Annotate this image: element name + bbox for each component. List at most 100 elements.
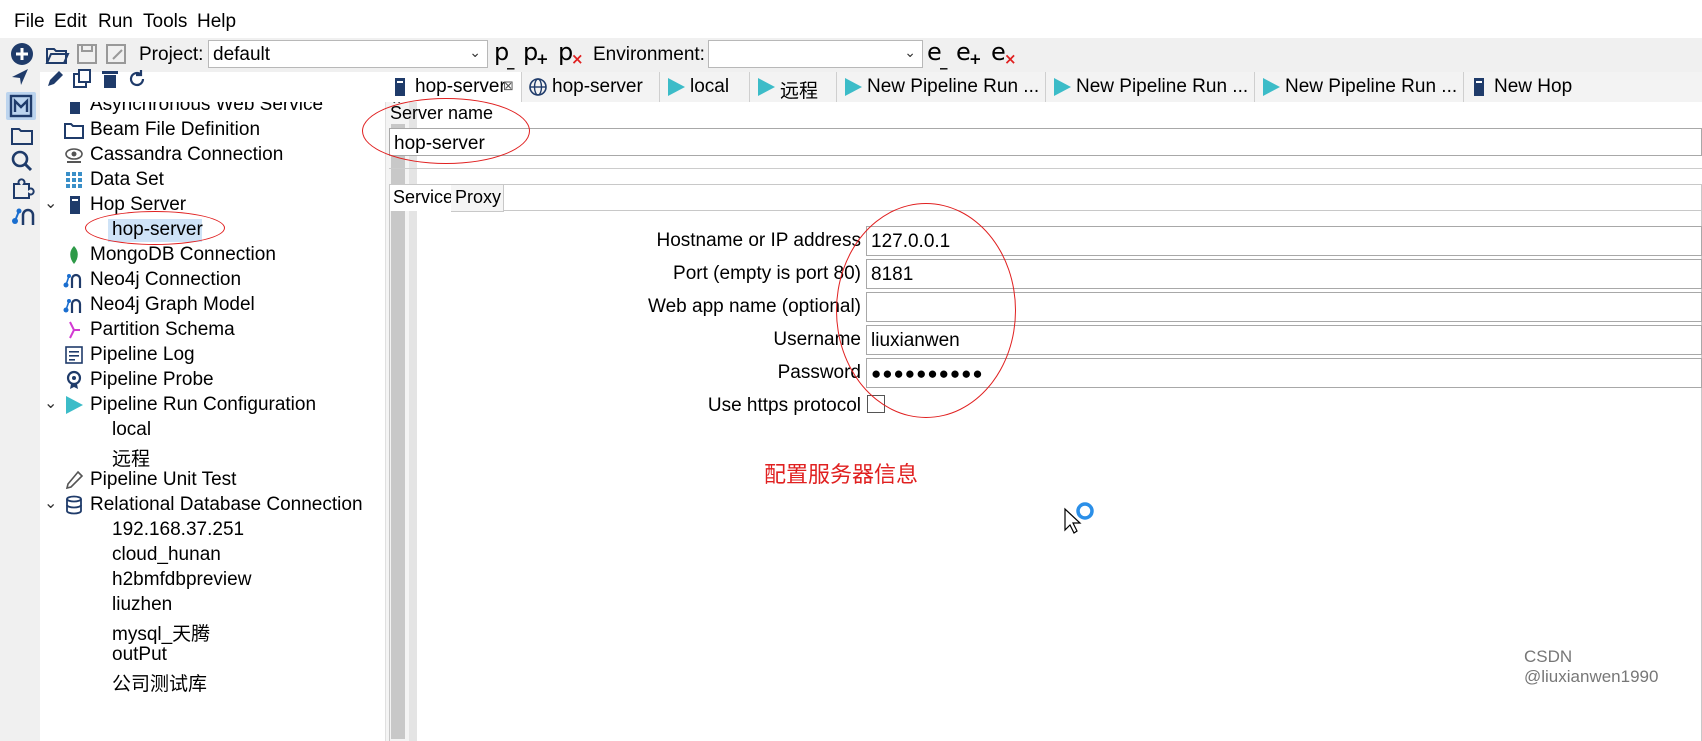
plus-icon: + bbox=[536, 50, 549, 68]
tree-item[interactable]: Data Set bbox=[40, 168, 385, 193]
menu-file[interactable]: File bbox=[14, 11, 45, 33]
port-label: Port (empty is port 80) bbox=[673, 263, 861, 284]
server-icon bbox=[1474, 78, 1484, 96]
tree-item[interactable]: Neo4j Connection bbox=[40, 268, 385, 293]
tree-item-label: mysql_天腾 bbox=[112, 624, 211, 645]
tree-item[interactable]: mysql_天腾 bbox=[40, 618, 385, 645]
plugin-icon[interactable] bbox=[9, 175, 35, 201]
duplicate-icon[interactable] bbox=[71, 68, 93, 90]
project-label: Project: bbox=[139, 44, 204, 65]
folder-icon[interactable] bbox=[9, 122, 35, 148]
subtab-label: Service bbox=[393, 187, 454, 207]
tab-hop-server-2[interactable]: hop-server bbox=[522, 72, 660, 102]
tree-item-label: Beam File Definition bbox=[90, 119, 261, 140]
annotation-ellipse bbox=[362, 98, 530, 164]
play-icon bbox=[1054, 78, 1071, 96]
tree-item-label: Data Set bbox=[90, 169, 164, 190]
tree-item[interactable]: 192.168.37.251 bbox=[40, 518, 385, 543]
project-select[interactable]: default ⌄ bbox=[208, 40, 488, 68]
tree-item[interactable]: Cassandra Connection bbox=[40, 143, 385, 168]
trash-icon[interactable] bbox=[99, 68, 121, 90]
tab-new-pipeline-run-2[interactable]: New Pipeline Run ... bbox=[1046, 72, 1255, 102]
tab-remote[interactable]: 远程 bbox=[750, 72, 837, 102]
tree-item[interactable]: outPut bbox=[40, 643, 385, 668]
neo4j-icon bbox=[63, 273, 82, 288]
refresh-icon[interactable] bbox=[126, 68, 148, 90]
play-icon bbox=[66, 396, 83, 414]
play-icon bbox=[758, 78, 775, 96]
tree-item-label: Neo4j Graph Model bbox=[90, 294, 255, 315]
edit-environment-button[interactable]: e _ bbox=[927, 38, 948, 70]
close-icon[interactable]: ⊠ bbox=[503, 78, 514, 94]
tree-item[interactable]: Beam File Definition bbox=[40, 118, 385, 143]
edit-project-button[interactable]: p _ bbox=[494, 38, 515, 70]
add-environment-button[interactable]: e + bbox=[956, 38, 982, 68]
neo4j-icon[interactable] bbox=[9, 203, 35, 229]
open-icon[interactable] bbox=[44, 41, 70, 67]
tab-label: New Hop bbox=[1494, 76, 1573, 97]
tree-item-label: liuzhen bbox=[112, 594, 173, 615]
metadata-tree: Asynchronous Web Service Beam File Defin… bbox=[40, 102, 385, 741]
tab-local[interactable]: local bbox=[660, 72, 750, 102]
new-icon[interactable] bbox=[9, 41, 35, 67]
environment-select[interactable]: ⌄ bbox=[708, 40, 923, 68]
tree-item-label: Relational Database Connection bbox=[90, 494, 363, 515]
tab-new-pipeline-run-1[interactable]: New Pipeline Run ... bbox=[837, 72, 1046, 102]
tree-item[interactable]: 远程 bbox=[40, 443, 385, 470]
tree-item[interactable]: liuzhen bbox=[40, 593, 385, 618]
dataset-icon bbox=[66, 172, 82, 188]
tree-item[interactable]: local bbox=[40, 418, 385, 443]
save-icon[interactable] bbox=[74, 41, 100, 67]
tree-item[interactable]: Pipeline Unit Test bbox=[40, 468, 385, 493]
tab-label: New Pipeline Run ... bbox=[1076, 76, 1249, 97]
navigate-icon[interactable] bbox=[9, 66, 31, 88]
delete-environment-button[interactable]: e × bbox=[991, 38, 1017, 68]
pencil-icon[interactable] bbox=[44, 68, 66, 90]
test-icon bbox=[65, 470, 84, 490]
tree-item[interactable]: Asynchronous Web Service bbox=[40, 102, 385, 118]
chevron-down-icon[interactable]: ⌄ bbox=[44, 393, 57, 413]
hostname-label: Hostname or IP address bbox=[656, 230, 861, 251]
chevron-down-icon[interactable]: ⌄ bbox=[44, 493, 57, 513]
tree-item[interactable]: h2bmfdbpreview bbox=[40, 568, 385, 593]
server-name-input[interactable]: hop-server bbox=[389, 128, 1702, 156]
tab-label: 远程 bbox=[780, 81, 819, 102]
play-icon bbox=[668, 78, 685, 96]
cassandra-icon bbox=[65, 148, 83, 163]
tree-item[interactable]: Pipeline Log bbox=[40, 343, 385, 368]
tab-new-pipeline-run-3[interactable]: New Pipeline Run ... bbox=[1255, 72, 1464, 102]
tree-item[interactable]: 公司测试库 bbox=[40, 668, 385, 695]
perspective-bar bbox=[0, 69, 41, 741]
menubar: File Edit Run Tools Help bbox=[0, 0, 1702, 38]
tree-item[interactable]: MongoDB Connection bbox=[40, 243, 385, 268]
log-icon bbox=[65, 346, 83, 364]
tab-label: New Pipeline Run ... bbox=[1285, 76, 1458, 97]
password-label: Password bbox=[777, 362, 861, 383]
delete-project-button[interactable]: p × bbox=[558, 38, 584, 68]
menu-run[interactable]: Run bbox=[98, 11, 133, 33]
tree-item[interactable]: ⌄ Relational Database Connection bbox=[40, 493, 385, 518]
tree-item[interactable]: cloud_hunan bbox=[40, 543, 385, 568]
edit-icon: _ bbox=[507, 52, 515, 70]
subtab-service[interactable]: Service bbox=[390, 185, 454, 211]
tree-item[interactable]: ⌄ Pipeline Run Configuration bbox=[40, 393, 385, 418]
metadata-perspective-button[interactable] bbox=[6, 92, 36, 120]
tree-item[interactable]: Partition Schema bbox=[40, 318, 385, 343]
tree-item[interactable]: Neo4j Graph Model bbox=[40, 293, 385, 318]
search-icon[interactable] bbox=[9, 148, 35, 174]
tab-new-hop[interactable]: New Hop bbox=[1464, 72, 1702, 102]
tree-item[interactable]: Pipeline Probe bbox=[40, 368, 385, 393]
partition-icon bbox=[69, 321, 80, 339]
menu-edit[interactable]: Edit bbox=[54, 11, 87, 33]
tree-item[interactable]: ⌄ Hop Server bbox=[40, 193, 385, 218]
subtab-divider bbox=[503, 210, 1702, 211]
tree-item-label: cloud_hunan bbox=[112, 544, 221, 565]
chevron-down-icon[interactable]: ⌄ bbox=[44, 193, 57, 213]
menu-help[interactable]: Help bbox=[197, 11, 236, 33]
subtab-proxy[interactable]: Proxy bbox=[451, 185, 504, 212]
subtab-label: Proxy bbox=[455, 187, 502, 207]
add-project-button[interactable]: p + bbox=[523, 38, 549, 68]
menu-tools[interactable]: Tools bbox=[143, 11, 187, 33]
tree-item-label: 远程 bbox=[112, 449, 151, 470]
save-as-icon[interactable] bbox=[103, 41, 129, 67]
